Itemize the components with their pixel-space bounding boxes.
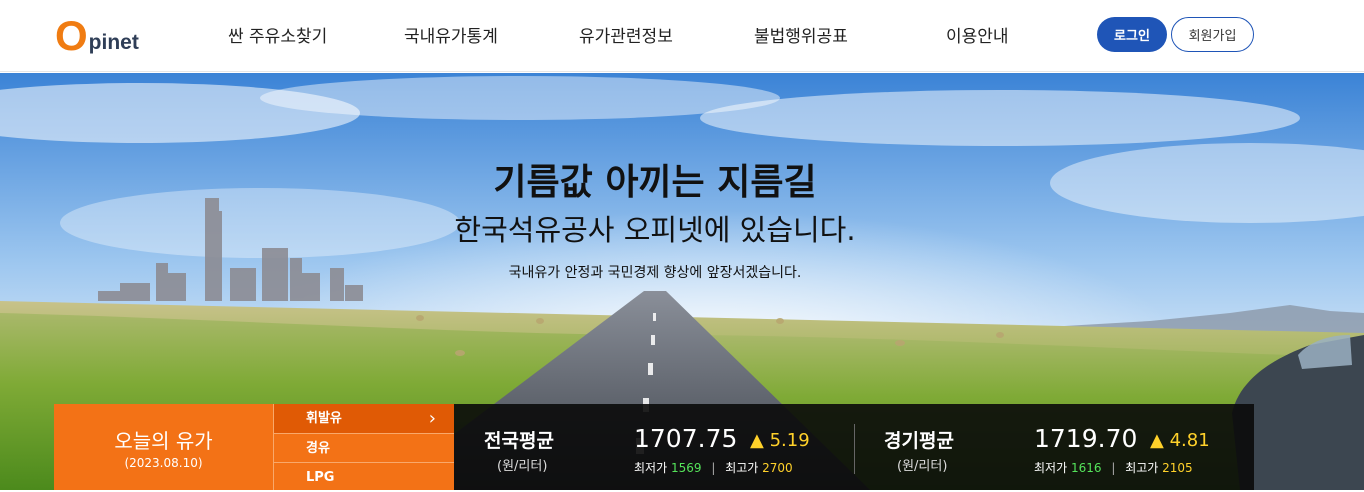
price-national: 1707.75 bbox=[634, 424, 738, 453]
signup-button[interactable]: 회원가입 bbox=[1171, 17, 1254, 52]
region-divider bbox=[854, 424, 855, 474]
nav-illegal-disclosure[interactable]: 불법행위공표 bbox=[754, 22, 848, 47]
region-unit-national: (원/리터) bbox=[497, 459, 548, 474]
separator: | bbox=[711, 461, 716, 475]
tab-gasoline-label: 휘발유 bbox=[306, 411, 342, 426]
min-label: 최저가 bbox=[1034, 461, 1068, 475]
opinet-logo[interactable]: O pinet bbox=[55, 12, 139, 59]
today-price-title: 오늘의 유가 bbox=[114, 429, 213, 453]
max-price: 2105 bbox=[1162, 461, 1193, 475]
nav-cheap-station[interactable]: 싼 주유소찾기 bbox=[228, 22, 327, 47]
nav-domestic-stats[interactable]: 국내유가통계 bbox=[404, 22, 498, 47]
hero-description: 국내유가 안정과 국민경제 향상에 앞장서겠습니다. bbox=[508, 265, 802, 281]
max-label: 최고가 bbox=[725, 461, 759, 475]
today-price-box: 오늘의 유가 (2023.08.10) bbox=[54, 404, 273, 490]
fuel-type-tabs: 휘발유 › 경유 LPG bbox=[273, 404, 454, 490]
nav-guide[interactable]: 이용안내 bbox=[946, 22, 1009, 47]
range-gyeonggi: 최저가 1616 | 최고가 2105 bbox=[1034, 459, 1193, 476]
login-button[interactable]: 로그인 bbox=[1097, 17, 1167, 52]
site-header: O pinet 싼 주유소찾기 국내유가통계 유가관련정보 불법행위공표 이용안… bbox=[0, 0, 1364, 72]
region-name-national: 전국평균 bbox=[484, 430, 554, 452]
tab-gasoline[interactable]: 휘발유 › bbox=[273, 404, 454, 433]
tab-lpg[interactable]: LPG bbox=[273, 462, 454, 490]
price-summary-panel: 전국평균 (원/리터) 1707.75 ▲ 5.19 최저가 1569 | 최고… bbox=[454, 404, 1254, 490]
separator: | bbox=[1111, 461, 1116, 475]
min-price: 1569 bbox=[670, 461, 702, 475]
chevron-right-icon: › bbox=[428, 408, 436, 429]
nav-oil-info[interactable]: 유가관련정보 bbox=[579, 22, 673, 47]
tab-diesel[interactable]: 경유 bbox=[273, 433, 454, 462]
change-national: ▲ 5.19 bbox=[750, 430, 810, 451]
region-name-gyeonggi: 경기평균 bbox=[884, 430, 954, 452]
change-gyeonggi: ▲ 4.81 bbox=[1150, 430, 1210, 451]
hero-subtitle: 한국석유공사 오피넷에 있습니다. bbox=[454, 213, 856, 247]
today-price-date: (2023.08.10) bbox=[124, 456, 203, 470]
max-price: 2700 bbox=[762, 461, 793, 475]
logo-o: O bbox=[55, 12, 88, 59]
tab-diesel-label: 경유 bbox=[306, 441, 330, 456]
logo-text: pinet bbox=[88, 31, 139, 54]
max-label: 최고가 bbox=[1125, 461, 1159, 475]
min-label: 최저가 bbox=[634, 461, 668, 475]
min-price: 1616 bbox=[1070, 461, 1102, 475]
range-national: 최저가 1569 | 최고가 2700 bbox=[634, 459, 793, 476]
hero-title: 기름값 아끼는 지름길 bbox=[493, 162, 817, 203]
region-unit-gyeonggi: (원/리터) bbox=[897, 459, 948, 474]
tab-lpg-label: LPG bbox=[306, 470, 335, 485]
price-gyeonggi: 1719.70 bbox=[1034, 424, 1138, 453]
